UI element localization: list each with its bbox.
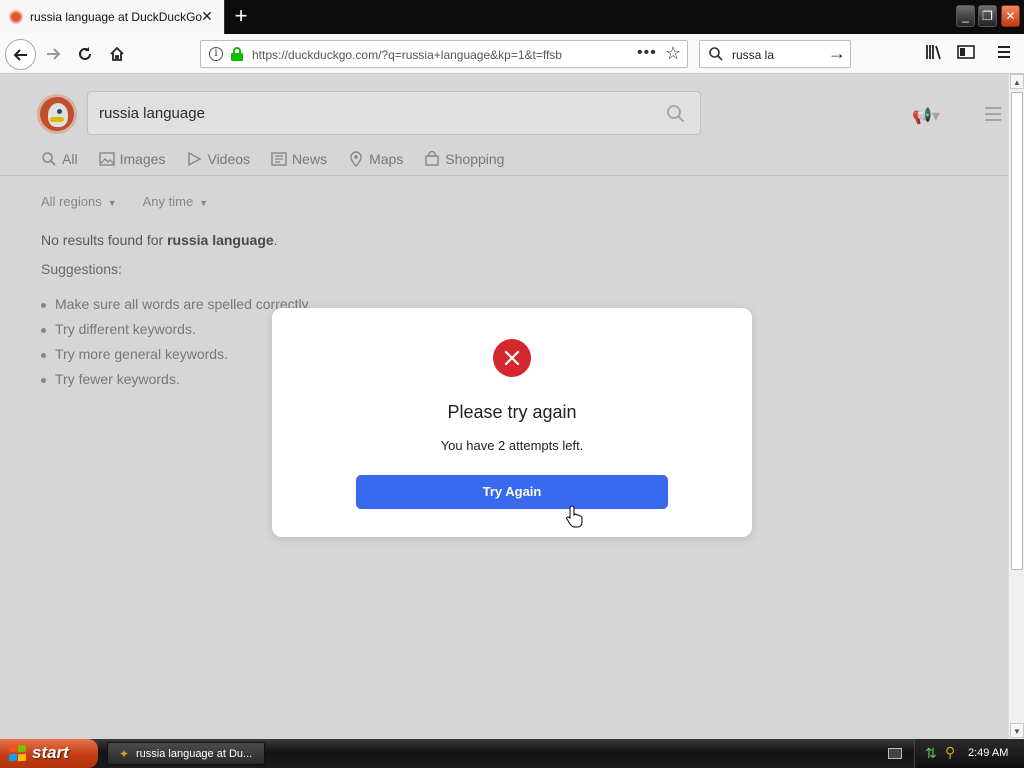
back-arrow-icon xyxy=(13,49,27,61)
browser-search-input[interactable]: russa la xyxy=(732,48,774,62)
url-text[interactable]: https://duckduckgo.com/?q=russia+languag… xyxy=(252,48,562,62)
start-button[interactable]: start xyxy=(0,739,98,768)
start-label: start xyxy=(32,743,69,762)
sidebar-icon xyxy=(957,45,975,59)
search-go-arrow-icon[interactable]: → xyxy=(828,43,846,64)
search-icon xyxy=(709,47,723,61)
duckduckgo-favicon-icon xyxy=(9,10,23,24)
url-bar[interactable]: i https://duckduckgo.com/?q=russia+langu… xyxy=(200,40,688,68)
page-actions-button[interactable]: ••• xyxy=(637,44,657,62)
try-again-button[interactable]: Try Again xyxy=(356,475,668,509)
secure-lock-icon[interactable] xyxy=(231,47,243,61)
taskbar-window-button[interactable]: ✦ russia language at Du... xyxy=(107,742,265,765)
site-info-icon[interactable]: i xyxy=(209,47,223,61)
new-tab-button[interactable]: + xyxy=(231,4,251,28)
network-icon[interactable]: ⇅ xyxy=(925,745,937,762)
sidebar-toggle-button[interactable] xyxy=(957,44,975,64)
home-icon xyxy=(110,46,124,61)
keyboard-icon[interactable] xyxy=(888,748,902,759)
taskbar: start ✦ russia language at Du... ⇅ ⚲ 2:4… xyxy=(0,739,1024,768)
scroll-down-arrow-icon[interactable]: ▼ xyxy=(1010,723,1024,738)
back-button[interactable] xyxy=(5,39,36,70)
reload-button[interactable] xyxy=(70,39,100,69)
scroll-thumb[interactable] xyxy=(1011,92,1023,570)
browser-tab-active[interactable]: russia language at DuckDuckGo ✕ xyxy=(0,0,225,34)
dialog-title: Please try again xyxy=(447,402,577,422)
clock[interactable]: 2:49 AM xyxy=(968,747,1008,759)
hamburger-menu-icon xyxy=(998,46,1010,58)
reload-icon xyxy=(79,47,91,60)
dialog-message: You have 2 attempts left. xyxy=(440,438,584,453)
library-icon xyxy=(926,45,941,60)
system-tray: ⇅ ⚲ 2:49 AM xyxy=(914,739,1024,768)
tab-close-button[interactable]: ✕ xyxy=(200,8,214,24)
bookmark-star-icon[interactable]: ☆ xyxy=(665,43,681,64)
forward-arrow-icon xyxy=(47,48,61,60)
home-button[interactable] xyxy=(102,39,132,69)
scroll-up-arrow-icon[interactable]: ▲ xyxy=(1010,74,1024,89)
task-label: russia language at Du... xyxy=(136,748,253,760)
windows-flag-icon xyxy=(9,744,27,762)
tab-strip: russia language at DuckDuckGo ✕ + _ ❐ ✕ xyxy=(0,0,1024,34)
tray-search-icon[interactable]: ⚲ xyxy=(945,744,955,761)
tab-title: russia language at DuckDuckGo xyxy=(30,10,203,24)
navigation-toolbar: i https://duckduckgo.com/?q=russia+langu… xyxy=(0,34,1024,74)
library-button[interactable] xyxy=(925,44,943,64)
close-window-button[interactable]: ✕ xyxy=(1001,5,1020,27)
hand-cursor-icon xyxy=(566,505,583,528)
retry-dialog: Please try again You have 2 attempts lef… xyxy=(272,308,752,537)
error-icon xyxy=(493,339,531,377)
restore-button[interactable]: ❐ xyxy=(978,5,997,27)
hamburger-menu-button[interactable] xyxy=(997,44,1011,64)
minimize-button[interactable]: _ xyxy=(956,5,975,27)
forward-button[interactable] xyxy=(38,39,68,69)
browser-app-icon: ✦ xyxy=(118,747,130,761)
page-scrollbar[interactable]: ▲ ▼ xyxy=(1008,74,1024,739)
browser-search-bar[interactable]: russa la → xyxy=(699,40,851,68)
